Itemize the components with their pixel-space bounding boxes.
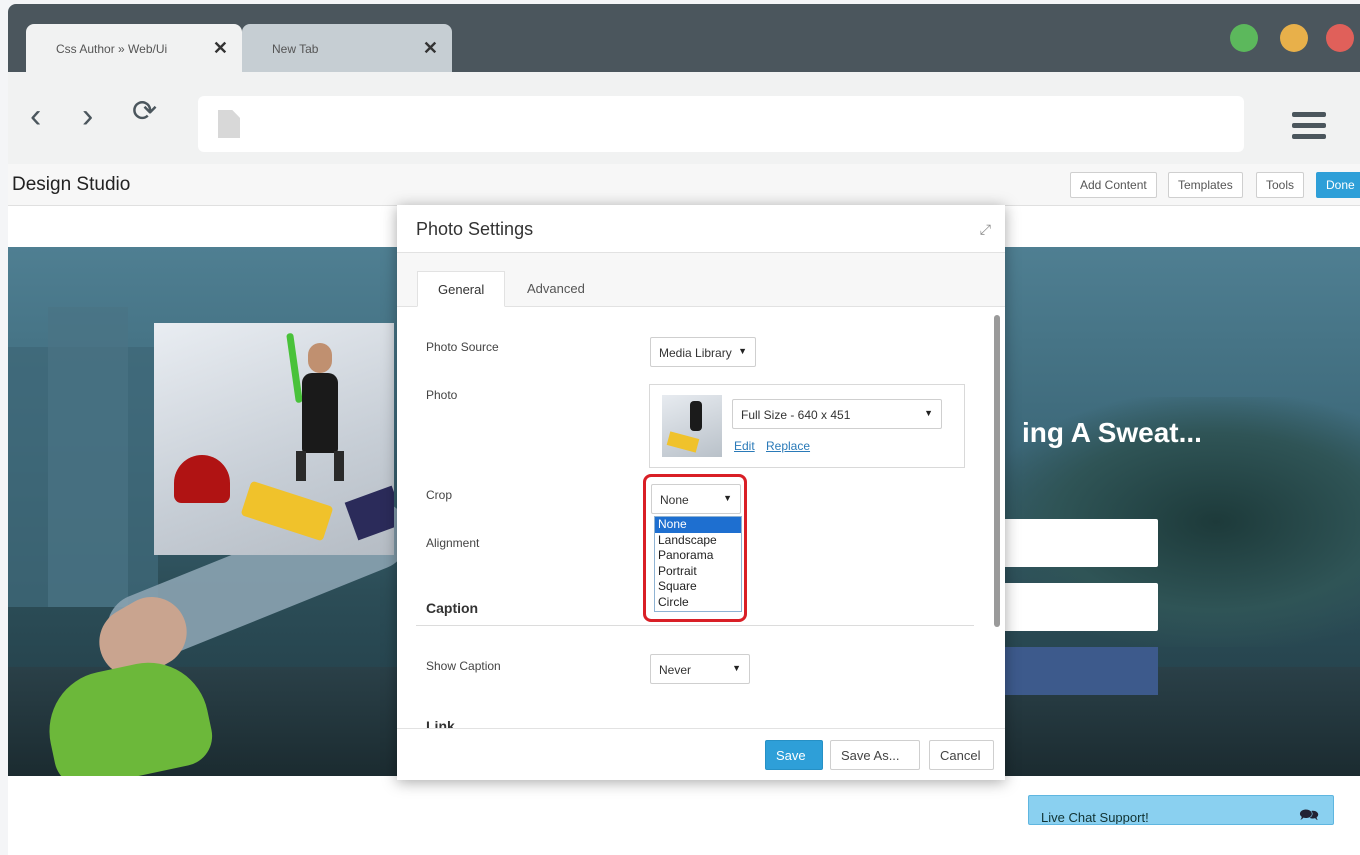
- dialog-footer: Save Save As... Cancel: [397, 728, 1005, 780]
- replace-link[interactable]: Replace: [766, 439, 810, 453]
- photo-source-value: Media Library: [659, 346, 732, 360]
- address-bar[interactable]: [198, 96, 1244, 152]
- dialog-tabs: General Advanced: [397, 253, 1005, 307]
- dialog-title: Photo Settings: [416, 219, 534, 239]
- show-caption-value: Never: [659, 663, 692, 677]
- crop-option[interactable]: Panorama: [655, 548, 741, 564]
- tab-title: New Tab: [272, 42, 319, 56]
- tools-button[interactable]: Tools: [1256, 172, 1305, 198]
- section-divider: [416, 625, 974, 626]
- minimize-window-button[interactable]: [1280, 24, 1308, 52]
- crop-option[interactable]: Portrait: [655, 564, 741, 580]
- maximize-window-button[interactable]: [1230, 24, 1258, 52]
- chevron-down-icon: ▼: [732, 663, 741, 673]
- tab-advanced[interactable]: Advanced: [507, 271, 605, 307]
- hero-headline: ing A Sweat...: [1022, 417, 1202, 448]
- hero-input-field[interactable]: [998, 519, 1158, 567]
- tab-new-tab[interactable]: New Tab ✕: [242, 24, 452, 72]
- crop-select[interactable]: None ▼: [651, 484, 741, 514]
- show-caption-select[interactable]: Never ▼: [650, 654, 750, 684]
- close-window-button[interactable]: [1326, 24, 1354, 52]
- design-studio-bar: Design Studio Add Content Templates Tool…: [8, 164, 1360, 206]
- hero-submit-button[interactable]: [998, 647, 1158, 695]
- photo-size-value: Full Size - 640 x 451: [741, 408, 851, 422]
- dialog-body: Photo Source Media Library ▼ Photo Full …: [397, 308, 1005, 728]
- live-chat-widget[interactable]: Live Chat Support! 🗪: [1028, 795, 1334, 825]
- back-arrow-icon[interactable]: ‹: [30, 96, 41, 136]
- photo-settings-dialog: Photo Settings ⤢ General Advanced Photo …: [397, 205, 1005, 780]
- chat-icon: 🗪: [1299, 807, 1319, 824]
- crop-option[interactable]: Circle: [655, 595, 741, 611]
- tab-general[interactable]: General: [417, 271, 506, 307]
- crop-option[interactable]: None: [655, 517, 741, 533]
- forward-arrow-icon[interactable]: ›: [82, 96, 93, 136]
- templates-button[interactable]: Templates: [1168, 172, 1243, 198]
- add-content-button[interactable]: Add Content: [1070, 172, 1157, 198]
- done-button[interactable]: Done: [1316, 172, 1360, 198]
- crop-value: None: [660, 493, 689, 507]
- live-chat-label: Live Chat Support!: [1041, 810, 1149, 825]
- show-caption-label: Show Caption: [426, 659, 501, 673]
- photo-module-image[interactable]: [154, 323, 394, 555]
- chevron-down-icon: ▼: [723, 493, 732, 503]
- photo-thumbnail: [662, 395, 722, 457]
- caption-section-heading: Caption: [426, 600, 479, 616]
- tab-strip: Css Author » Web/Ui ✕ New Tab ✕: [8, 4, 1360, 72]
- browser-toolbar: ‹ › ⟳: [8, 72, 1360, 164]
- hamburger-menu-icon[interactable]: [1292, 112, 1326, 145]
- edit-link[interactable]: Edit: [734, 439, 755, 453]
- dialog-header: Photo Settings ⤢: [397, 205, 1005, 253]
- page-document-icon: [218, 110, 240, 138]
- save-as-button[interactable]: Save As...: [830, 740, 920, 770]
- expand-icon[interactable]: ⤢: [980, 221, 991, 238]
- tab-css-author[interactable]: Css Author » Web/Ui ✕: [26, 24, 242, 72]
- chevron-down-icon: ▼: [738, 346, 747, 356]
- desktop-background: Css Author » Web/Ui ✕ New Tab ✕ ‹ › ⟳ De…: [0, 0, 1360, 855]
- alignment-label: Alignment: [426, 536, 480, 550]
- crop-dropdown-list: None Landscape Panorama Portrait Square …: [654, 516, 742, 612]
- photo-picker: Full Size - 640 x 451 ▼ Edit Replace: [649, 384, 965, 468]
- photo-source-select[interactable]: Media Library ▼: [650, 337, 756, 367]
- crop-option[interactable]: Landscape: [655, 533, 741, 549]
- crop-label: Crop: [426, 488, 453, 502]
- chevron-down-icon: ▼: [924, 408, 933, 418]
- crop-option[interactable]: Square: [655, 579, 741, 595]
- hero-input-field[interactable]: [998, 583, 1158, 631]
- tab-close-icon[interactable]: ✕: [423, 38, 438, 59]
- studio-title: Design Studio: [12, 174, 131, 195]
- photo-label: Photo: [426, 388, 458, 402]
- link-section-heading: Link: [426, 718, 455, 728]
- tab-title: Css Author » Web/Ui: [56, 42, 168, 56]
- tab-close-icon[interactable]: ✕: [213, 38, 228, 59]
- save-button[interactable]: Save: [765, 740, 823, 770]
- browser-window: Css Author » Web/Ui ✕ New Tab ✕ ‹ › ⟳ De…: [8, 4, 1360, 855]
- dialog-scrollbar[interactable]: [994, 315, 1000, 627]
- photo-source-label: Photo Source: [426, 340, 499, 354]
- photo-size-select[interactable]: Full Size - 640 x 451 ▼: [732, 399, 942, 429]
- cancel-button[interactable]: Cancel: [929, 740, 994, 770]
- reload-icon[interactable]: ⟳: [132, 92, 157, 132]
